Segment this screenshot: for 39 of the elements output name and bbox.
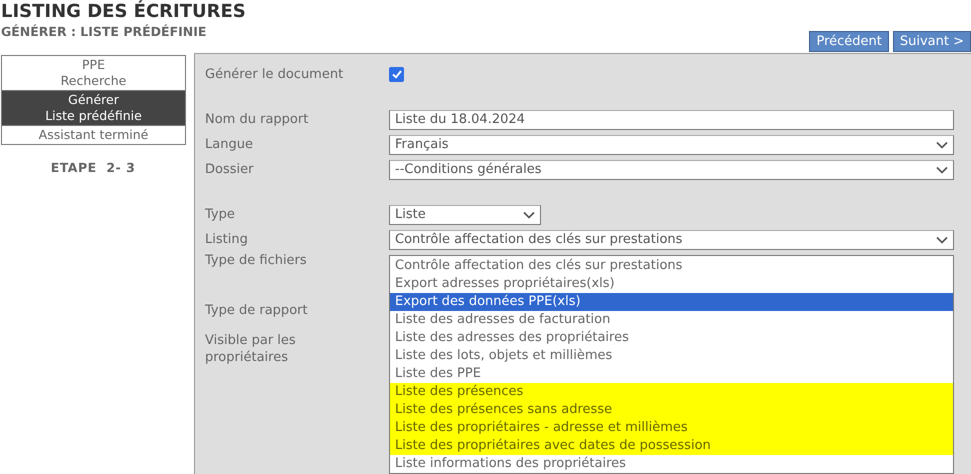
chevron-icon [936,140,948,148]
next-button[interactable]: Suivant > [892,31,971,52]
field-label: Type de rapport [205,302,309,319]
select-field[interactable]: Liste [389,204,541,224]
chevron-icon [936,166,948,174]
checkbox[interactable] [389,66,404,82]
dropdown-option[interactable]: Liste des présences [390,383,953,401]
step-item[interactable]: PPE Recherche [2,56,185,90]
field-label: Type [205,206,236,223]
select-field[interactable]: --Conditions générales [389,160,954,180]
dropdown-option[interactable]: Export adresses propriétaires(xls) [390,275,953,293]
field-label: Générer le document [205,66,344,83]
step-counter: ETAPE 2- 3 [50,160,136,175]
dropdown-option[interactable]: Liste des adresses des propriétaires [390,329,953,347]
select-field[interactable]: Contrôle affectation des clés sur prestations [389,230,954,250]
dropdown-option[interactable]: Liste des présences sans adresse [390,401,953,419]
input-field[interactable]: Liste du 18.04.2024 [389,110,954,130]
page-title: LISTING DES ÉCRITURES [1,0,246,24]
field-label: Type de fichiers [205,252,308,269]
field-label: Listing [205,231,249,248]
field-label: Langue [205,136,254,153]
dropdown-option[interactable]: Liste des PPE [390,365,953,383]
dropdown-option[interactable]: Contrôle affectation des clés sur prestations [390,257,953,275]
select-field[interactable]: Français [389,134,954,154]
dropdown-option[interactable]: Liste des propriétaires avec dates de possession [390,437,953,455]
dropdown-option[interactable]: Liste des propriétaires - adresse et millièmes [390,419,953,437]
field-label: Dossier [205,161,254,178]
dropdown-option[interactable]: Liste des lots, objets et millièmes [390,347,953,365]
dropdown-option[interactable]: Liste des adresses de facturation [390,311,953,329]
chevron-icon [523,210,535,218]
previous-button[interactable]: Précédent [809,31,889,52]
chevron-icon [936,236,948,244]
field-label: Nom du rapport [205,111,310,128]
dropdown-option[interactable]: Export des données PPE(xls) [390,293,953,311]
field-label: Visible par les propriétaires [205,332,297,366]
page-subtitle: GÉNÉRER : LISTE PRÉDÉFINIE [1,24,208,40]
dropdown-option[interactable]: Liste informations des propriétaires [390,455,953,473]
step-item[interactable]: Générer Liste prédéfinie [2,90,185,126]
step-item[interactable]: Assistant terminé [2,126,185,144]
